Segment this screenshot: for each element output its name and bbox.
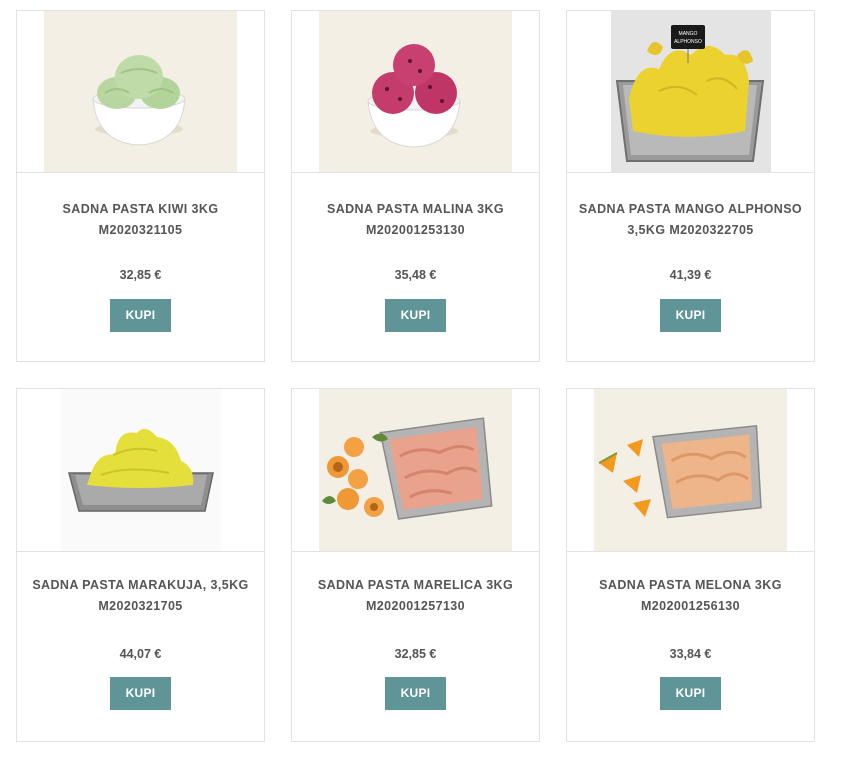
buy-button[interactable]: KUPI: [660, 677, 721, 710]
product-title[interactable]: SADNA PASTA MELONA 3KG M202001256130: [575, 575, 806, 617]
product-price: 32,85 €: [119, 268, 162, 282]
product-title[interactable]: SADNA PASTA MARELICA 3KG M202001257130: [300, 575, 531, 617]
buy-button[interactable]: KUPI: [385, 677, 446, 710]
product-image-mango[interactable]: MANGO ALPHONSO: [567, 11, 814, 173]
buy-button[interactable]: KUPI: [385, 299, 446, 332]
product-title[interactable]: SADNA PASTA KIWI 3KG M2020321105: [25, 199, 256, 241]
buy-button[interactable]: KUPI: [110, 677, 171, 710]
product-image-melona[interactable]: [567, 389, 814, 552]
svg-text:ALPHONSO: ALPHONSO: [674, 39, 702, 45]
product-title[interactable]: SADNA PASTA MALINA 3KG M202001253130: [300, 199, 531, 241]
product-card-melona: SADNA PASTA MELONA 3KG M202001256130 33,…: [566, 388, 815, 742]
product-card-marelica: SADNA PASTA MARELICA 3KG M202001257130 3…: [291, 388, 540, 742]
product-card-marakuja: SADNA PASTA MARAKUJA, 3,5KG M2020321705 …: [16, 388, 265, 742]
buy-button[interactable]: KUPI: [660, 299, 721, 332]
product-image-marelica[interactable]: [292, 389, 539, 552]
product-price: 35,48 €: [394, 268, 437, 282]
product-price: 44,07 €: [119, 647, 162, 661]
product-price: 41,39 €: [669, 268, 712, 282]
product-title[interactable]: SADNA PASTA MARAKUJA, 3,5KG M2020321705: [25, 575, 256, 617]
product-card-malina: SADNA PASTA MALINA 3KG M202001253130 35,…: [291, 10, 540, 362]
product-price: 32,85 €: [394, 647, 437, 661]
product-image-marakuja[interactable]: [17, 389, 264, 552]
product-price: 33,84 €: [669, 647, 712, 661]
buy-button[interactable]: KUPI: [110, 299, 171, 332]
product-card-kiwi: SADNA PASTA KIWI 3KG M2020321105 32,85 €…: [16, 10, 265, 362]
mango-sign-text: MANGO: [679, 31, 698, 37]
product-image-malina[interactable]: [292, 11, 539, 173]
product-image-kiwi[interactable]: [17, 11, 264, 173]
product-card-mango: MANGO ALPHONSO SADNA PASTA MANGO ALPHONS…: [566, 10, 815, 362]
product-title[interactable]: SADNA PASTA MANGO ALPHONSO 3,5KG M202032…: [575, 199, 806, 241]
